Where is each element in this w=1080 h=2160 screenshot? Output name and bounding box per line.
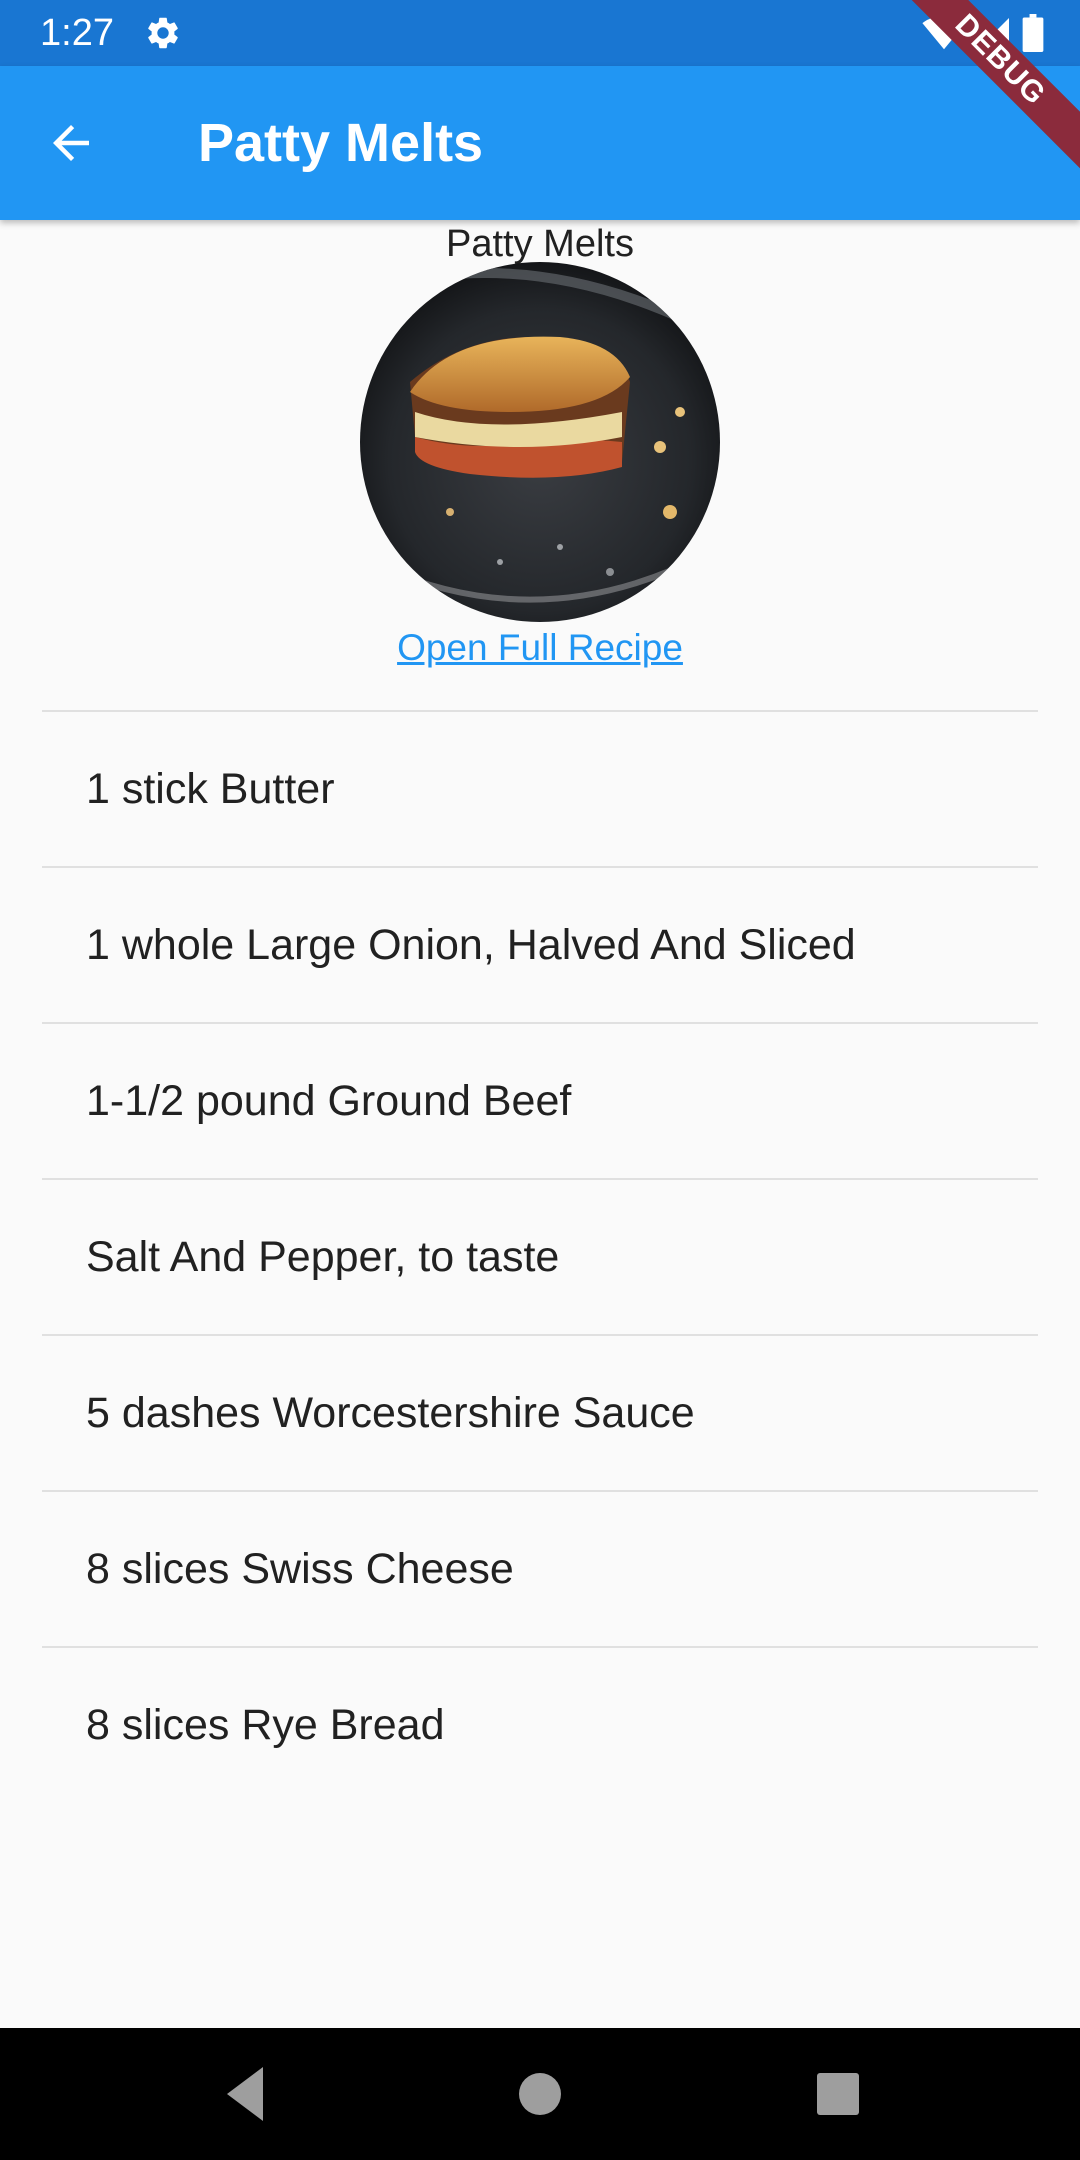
ingredient-item[interactable]: 5 dashes Worcestershire Sauce	[42, 1334, 1038, 1490]
status-time: 1:27	[40, 12, 114, 54]
ingredient-item[interactable]: 1 whole Large Onion, Halved And Sliced	[42, 866, 1038, 1022]
ingredient-item[interactable]: 8 slices Swiss Cheese	[42, 1490, 1038, 1646]
system-nav-bar	[0, 2028, 1080, 2160]
status-bar: 1:27	[0, 0, 1080, 66]
recipe-title: Patty Melts	[446, 223, 634, 265]
recents-square-icon[interactable]	[802, 2058, 874, 2130]
battery-icon	[1022, 14, 1044, 52]
home-circle-icon[interactable]	[504, 2058, 576, 2130]
app-bar: Patty Melts	[0, 66, 1080, 220]
back-triangle-icon[interactable]	[212, 2058, 284, 2130]
ingredient-item[interactable]: 1 stick Butter	[42, 710, 1038, 866]
open-full-recipe-link[interactable]: Open Full Recipe	[0, 624, 1080, 672]
ingredient-item[interactable]: Salt And Pepper, to taste	[42, 1178, 1038, 1334]
ingredient-item[interactable]: 1-1/2 pound Ground Beef	[42, 1022, 1038, 1178]
ingredient-list: 1 stick Butter 1 whole Large Onion, Halv…	[42, 710, 1038, 1802]
recipe-photo	[360, 262, 720, 622]
ingredient-item[interactable]: 8 slices Rye Bread	[42, 1646, 1038, 1802]
arrow-back-icon[interactable]	[44, 116, 110, 170]
page-title: Patty Melts	[198, 113, 484, 173]
gear-icon	[144, 14, 182, 52]
